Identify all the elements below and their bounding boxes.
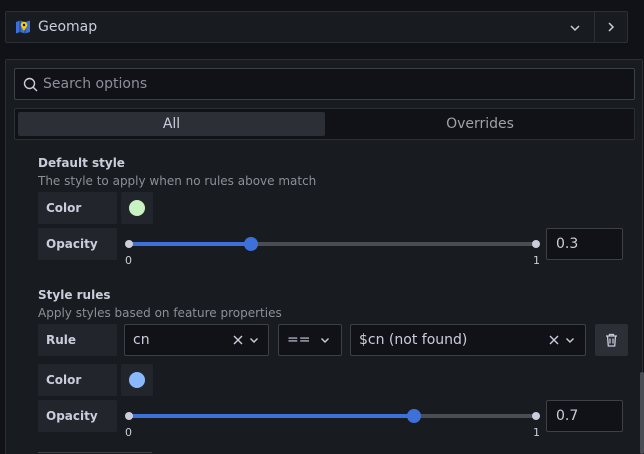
- default-opacity-input[interactable]: 0.3: [546, 228, 623, 260]
- color-swatch[interactable]: [129, 200, 145, 216]
- slider-thumb[interactable]: [406, 409, 421, 423]
- opacity-label: Opacity: [38, 400, 117, 432]
- divider: [594, 12, 595, 42]
- geomap-icon: [16, 20, 30, 34]
- slider-start-dot: [125, 240, 133, 248]
- slider-thumb[interactable]: [244, 237, 259, 251]
- slider-max-label: 1: [533, 254, 540, 267]
- slider-end-dot: [532, 240, 540, 248]
- tab-all[interactable]: All: [18, 112, 325, 136]
- slider-min-label: 0: [125, 426, 132, 439]
- rule-opacity-slider[interactable]: 0 1: [122, 402, 542, 442]
- rule-operator-value: ==: [287, 332, 311, 348]
- color-label: Color: [38, 192, 117, 224]
- visualization-name: Geomap: [38, 19, 98, 35]
- rule-label: Rule: [38, 324, 117, 356]
- rule-value-select[interactable]: $cn (not found): [350, 324, 586, 356]
- options-tabs: All Overrides: [14, 108, 635, 140]
- style-rules-description: Apply styles based on feature properties: [38, 306, 282, 320]
- rule-color-picker[interactable]: [121, 364, 153, 396]
- slider-max-label: 1: [533, 426, 540, 439]
- trash-icon: [606, 333, 617, 347]
- tab-overrides[interactable]: Overrides: [327, 112, 633, 136]
- search-options[interactable]: [14, 68, 635, 100]
- chevron-down-icon[interactable]: [248, 334, 260, 346]
- default-opacity-slider[interactable]: 0 1: [122, 230, 542, 270]
- opacity-label: Opacity: [38, 228, 117, 260]
- rule-operator-select[interactable]: ==: [278, 324, 342, 356]
- slider-fill: [129, 414, 414, 418]
- rule-opacity-input[interactable]: 0.7: [546, 400, 623, 432]
- slider-start-dot: [125, 412, 133, 420]
- clear-icon[interactable]: [548, 334, 560, 346]
- chevron-right-icon[interactable]: [604, 20, 618, 34]
- default-style-title: Default style: [38, 156, 125, 170]
- color-label: Color: [38, 364, 117, 396]
- search-input[interactable]: [43, 69, 623, 99]
- delete-rule-button[interactable]: [595, 324, 628, 356]
- style-rules-title: Style rules: [38, 288, 111, 302]
- clear-icon[interactable]: [232, 334, 244, 346]
- slider-min-label: 0: [125, 254, 132, 267]
- search-icon: [23, 77, 38, 92]
- chevron-down-icon[interactable]: [568, 21, 582, 35]
- visualization-picker[interactable]: Geomap: [5, 11, 628, 43]
- scrollbar[interactable]: [640, 372, 644, 454]
- chevron-down-icon[interactable]: [319, 334, 331, 346]
- default-color-picker[interactable]: [121, 192, 153, 224]
- rule-property-select[interactable]: cn: [124, 324, 269, 356]
- slider-fill: [129, 242, 252, 246]
- slider-end-dot: [532, 412, 540, 420]
- rule-value: $cn (not found): [359, 332, 468, 348]
- rule-property-value: cn: [133, 332, 150, 348]
- color-swatch[interactable]: [129, 372, 145, 388]
- chevron-down-icon[interactable]: [564, 334, 576, 346]
- default-style-description: The style to apply when no rules above m…: [38, 174, 317, 188]
